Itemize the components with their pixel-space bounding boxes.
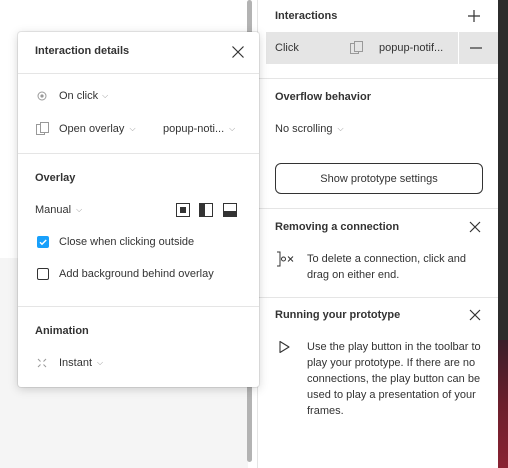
interactions-title: Interactions — [275, 10, 338, 22]
divider — [258, 78, 498, 79]
overlay-title: Overlay — [35, 172, 76, 184]
overflow-dropdown[interactable]: No scrolling ⌵ — [275, 123, 344, 135]
interaction-details-popover: Interaction details On click ⌵ Open over… — [18, 32, 259, 387]
animation-title: Animation — [35, 325, 89, 337]
position-dropdown[interactable]: Manual ⌵ — [35, 204, 82, 216]
align-left-icon — [199, 203, 213, 217]
animation-value: Instant — [59, 357, 93, 369]
tip-body: Use the play button in the toolbar to pl… — [307, 341, 481, 417]
trigger-dropdown[interactable]: On click ⌵ — [59, 90, 108, 102]
close-icon — [232, 46, 244, 58]
position-bottom-button[interactable] — [223, 203, 237, 220]
interaction-row[interactable]: Click popup-notif... — [266, 32, 498, 64]
check-icon — [39, 239, 47, 246]
checkbox-checked — [37, 236, 49, 248]
connection-icon — [275, 250, 295, 271]
plus-icon — [468, 10, 480, 22]
close-icon — [469, 221, 481, 233]
position-center-button[interactable] — [176, 203, 190, 220]
close-popover-button[interactable] — [230, 44, 246, 60]
trigger-value: On click — [59, 90, 99, 102]
popover-title: Interaction details — [35, 45, 130, 57]
overflow-value: No scrolling — [275, 123, 333, 135]
overlay-action-icon — [34, 121, 50, 140]
chevron-down-icon: ⌵ — [337, 124, 344, 133]
position-value: Manual — [35, 204, 72, 216]
animation-icon — [37, 358, 47, 371]
align-bottom-icon — [223, 203, 237, 217]
destination-dropdown[interactable]: popup-noti... ⌵ — [163, 123, 235, 135]
dismiss-tip-button[interactable] — [467, 307, 483, 323]
minus-icon — [470, 47, 482, 49]
close-outside-checkbox[interactable] — [37, 236, 49, 248]
interaction-destination-label: popup-notif... — [379, 42, 444, 54]
dismiss-tip-button[interactable] — [467, 219, 483, 235]
checkbox-unchecked — [37, 268, 49, 280]
action-dropdown[interactable]: Open overlay ⌵ — [59, 123, 136, 135]
overlay-action-icon — [348, 40, 364, 59]
play-icon — [278, 340, 290, 357]
remove-interaction-button[interactable] — [468, 40, 484, 56]
position-left-button[interactable] — [199, 203, 213, 220]
chevron-down-icon: ⌵ — [97, 358, 104, 367]
interaction-trigger-label: Click — [275, 42, 299, 54]
show-prototype-settings-button[interactable]: Show prototype settings — [275, 163, 483, 194]
action-value: Open overlay — [59, 123, 125, 135]
trigger-icon — [37, 91, 47, 104]
destination-value: popup-noti... — [163, 123, 225, 135]
chevron-down-icon: ⌵ — [129, 124, 136, 133]
close-icon — [469, 309, 481, 321]
tip-title: Running your prototype — [275, 309, 401, 321]
chevron-down-icon: ⌵ — [102, 91, 109, 100]
align-center-icon — [176, 203, 190, 217]
add-interaction-button[interactable] — [466, 8, 482, 24]
overflow-title: Overflow behavior — [275, 91, 371, 103]
chevron-down-icon: ⌵ — [76, 205, 83, 214]
tip-title: Removing a connection — [275, 221, 400, 233]
add-background-label: Add background behind overlay — [59, 268, 214, 280]
tip-body: To delete a connection, click and drag o… — [307, 253, 466, 281]
add-background-checkbox[interactable] — [37, 268, 49, 280]
divider — [258, 297, 498, 298]
divider — [258, 208, 498, 209]
close-outside-label: Close when clicking outside — [59, 236, 195, 248]
chevron-down-icon: ⌵ — [229, 124, 236, 133]
desktop-background — [498, 340, 508, 468]
animation-dropdown[interactable]: Instant ⌵ — [59, 357, 103, 369]
